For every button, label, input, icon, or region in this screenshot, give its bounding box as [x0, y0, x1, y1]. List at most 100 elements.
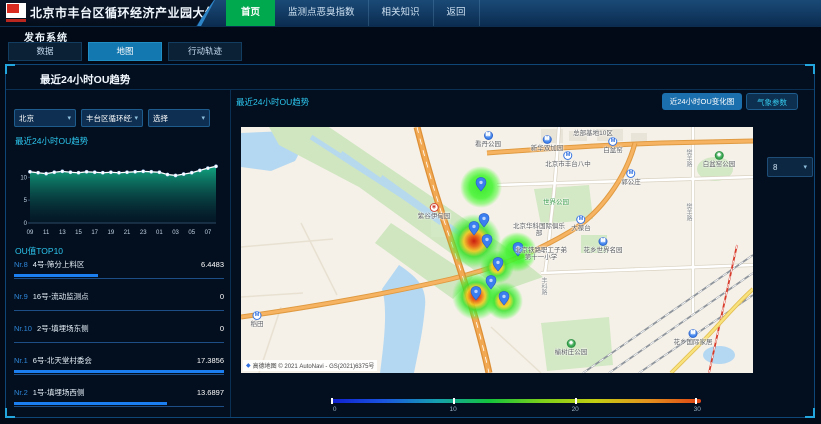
- legend-marker: [695, 398, 697, 404]
- panel-corner-decoration: [805, 408, 815, 418]
- panel-corner-decoration: [5, 64, 15, 74]
- top-item: Nr.102号-填埋场东侧0: [14, 323, 224, 353]
- panel-title: 最近24小时OU趋势: [40, 72, 130, 87]
- legend-ticks: 0 10 20 30: [331, 406, 701, 416]
- metro-icon: M: [577, 215, 586, 224]
- map-label: ♣榆树庄公园: [555, 339, 588, 356]
- dashboard: 北京市丰台区循环经济产业园大气恶臭状况实时 首页 监测点恶臭指数 相关知识 返回…: [0, 0, 821, 424]
- site-select[interactable]: 选择 ▾: [148, 109, 210, 127]
- ou-value: 17.3856: [197, 356, 224, 365]
- nav-strip: 首页 监测点恶臭指数 相关知识 返回: [196, 0, 821, 26]
- top-item-bar-fill: [14, 370, 224, 373]
- ou-color-legend: 0 10 20 30: [331, 399, 701, 416]
- top-item: Nr.1 6号-北天堂村委会17.3856: [14, 355, 224, 385]
- panel-title-divider: [6, 89, 814, 90]
- top-list: Nr.84号-筛分上料区6.4483 Nr.916号-流动监测点0 Nr.102…: [14, 257, 224, 417]
- map-label: M花乡世界名园: [584, 237, 623, 254]
- park-icon: ♣: [567, 339, 576, 348]
- nav-item-home[interactable]: 首页: [226, 0, 275, 26]
- ou-trend-chart: 0510091113151719212301030507: [10, 147, 222, 239]
- trend-chart-label: 最近24小时OU趋势: [15, 135, 88, 147]
- svg-text:10: 10: [20, 175, 27, 181]
- nav-item-back[interactable]: 返回: [434, 0, 480, 26]
- main-panel: 最近24小时OU趋势 北京 ▾ 丰台区循环经济产 ▾ 选择 ▾ 最近24小时OU…: [5, 64, 815, 418]
- legend-marker: [453, 398, 455, 404]
- view-tabs: 数据 地图 行动轨迹: [8, 42, 242, 61]
- progress-track: [14, 274, 224, 279]
- svg-text:0: 0: [24, 221, 28, 227]
- map-label: M新华双加园: [531, 135, 564, 152]
- poi-icon: M: [543, 135, 552, 144]
- map-label: 世界公园: [543, 199, 569, 206]
- top-item-bar-fill: [14, 274, 98, 277]
- svg-text:19: 19: [108, 230, 115, 236]
- chevron-down-icon: ▾: [134, 114, 138, 122]
- rank-label: Nr.1: [14, 356, 28, 365]
- nav-item-knowledge[interactable]: 相关知识: [369, 0, 434, 26]
- header: 北京市丰台区循环经济产业园大气恶臭状况实时 首页 监测点恶臭指数 相关知识 返回: [0, 0, 821, 27]
- road-label: 丰科路: [539, 277, 548, 295]
- svg-text:11: 11: [43, 230, 50, 236]
- scenic-icon: ◉: [430, 203, 439, 212]
- svg-text:01: 01: [156, 230, 163, 236]
- progress-track: [14, 370, 224, 375]
- top-list-title: OU值TOP10: [15, 245, 63, 257]
- amap-logo-icon: ◆: [246, 362, 251, 369]
- progress-track: [14, 306, 224, 311]
- map-label: M北京市丰台八中: [545, 151, 591, 168]
- svg-text:13: 13: [59, 230, 66, 236]
- top-item: Nr.9 16号-流动监测点0: [14, 291, 224, 321]
- legend-marker: [331, 398, 333, 404]
- road-label: 樊羊路: [684, 149, 693, 167]
- svg-text:5: 5: [24, 198, 28, 204]
- site-name: 4号-筛分上料区: [33, 259, 201, 270]
- city-select[interactable]: 北京 ▾: [14, 109, 76, 127]
- metro-icon: M: [609, 137, 618, 146]
- app-logo-icon: [6, 3, 26, 18]
- site-name: 6号-北天堂村委会: [33, 355, 197, 366]
- ou-value: 13.6897: [197, 388, 224, 397]
- map-label: ♣白盆窑公园: [703, 151, 736, 168]
- ou-value: 6.4483: [201, 260, 224, 269]
- rank-label: Nr.8: [14, 260, 28, 269]
- weather-params-button[interactable]: 气象参数: [746, 93, 798, 110]
- chevron-down-icon: ▾: [201, 114, 205, 122]
- map-side-select[interactable]: 8 ▾: [767, 157, 813, 177]
- rank-label: Nr.10: [14, 324, 32, 333]
- park-icon: ♣: [715, 151, 724, 160]
- heatmap-map[interactable]: 总部基地10区 M看丹公园 M新华双加园 M白盆窑 ♣白盆窑公园 M北京市丰台八…: [241, 127, 753, 373]
- tab-data[interactable]: 数据: [8, 42, 82, 61]
- map-section-title: 最近24小时OU趋势: [236, 96, 309, 108]
- filter-row: 北京 ▾ 丰台区循环经济产 ▾ 选择 ▾: [14, 109, 210, 127]
- rank-label: Nr.2: [14, 388, 28, 397]
- poi-icon: M: [599, 237, 608, 246]
- map-label: M稻田: [251, 311, 264, 328]
- svg-text:17: 17: [91, 230, 98, 236]
- tab-track[interactable]: 行动轨迹: [168, 42, 242, 61]
- rank-label: Nr.9: [14, 292, 28, 301]
- map-label: M郭公庄: [621, 169, 641, 186]
- svg-text:05: 05: [188, 230, 195, 236]
- map-label: ◉紫谷伊甸园: [418, 203, 451, 220]
- panel-corner-decoration: [805, 64, 815, 74]
- metro-icon: M: [253, 311, 262, 320]
- progress-track: [14, 338, 224, 343]
- metro-icon: M: [627, 169, 636, 178]
- progress-track: [14, 402, 224, 407]
- app-logo-caption: [6, 19, 26, 22]
- site-name: 16号-流动监测点: [33, 291, 220, 302]
- svg-text:03: 03: [172, 230, 179, 236]
- ou-value: 0: [220, 292, 224, 301]
- site-name: 1号-填埋场西侧: [33, 387, 197, 398]
- ou-value: 0: [220, 324, 224, 333]
- svg-text:23: 23: [140, 230, 147, 236]
- nav-item-odor-index[interactable]: 监测点恶臭指数: [275, 0, 369, 26]
- top-item: Nr.8 4号-筛分上料区6.4483: [14, 259, 224, 289]
- legend-marker: [575, 398, 577, 404]
- map-label: 北京铁路职工子弟第十一小学: [512, 247, 570, 261]
- svg-text:07: 07: [205, 230, 212, 236]
- svg-text:09: 09: [27, 230, 34, 236]
- tab-map[interactable]: 地图: [88, 42, 162, 61]
- ou-change-chart-button[interactable]: 近24小时OU变化图: [662, 93, 742, 110]
- park-select[interactable]: 丰台区循环经济产 ▾: [81, 109, 143, 127]
